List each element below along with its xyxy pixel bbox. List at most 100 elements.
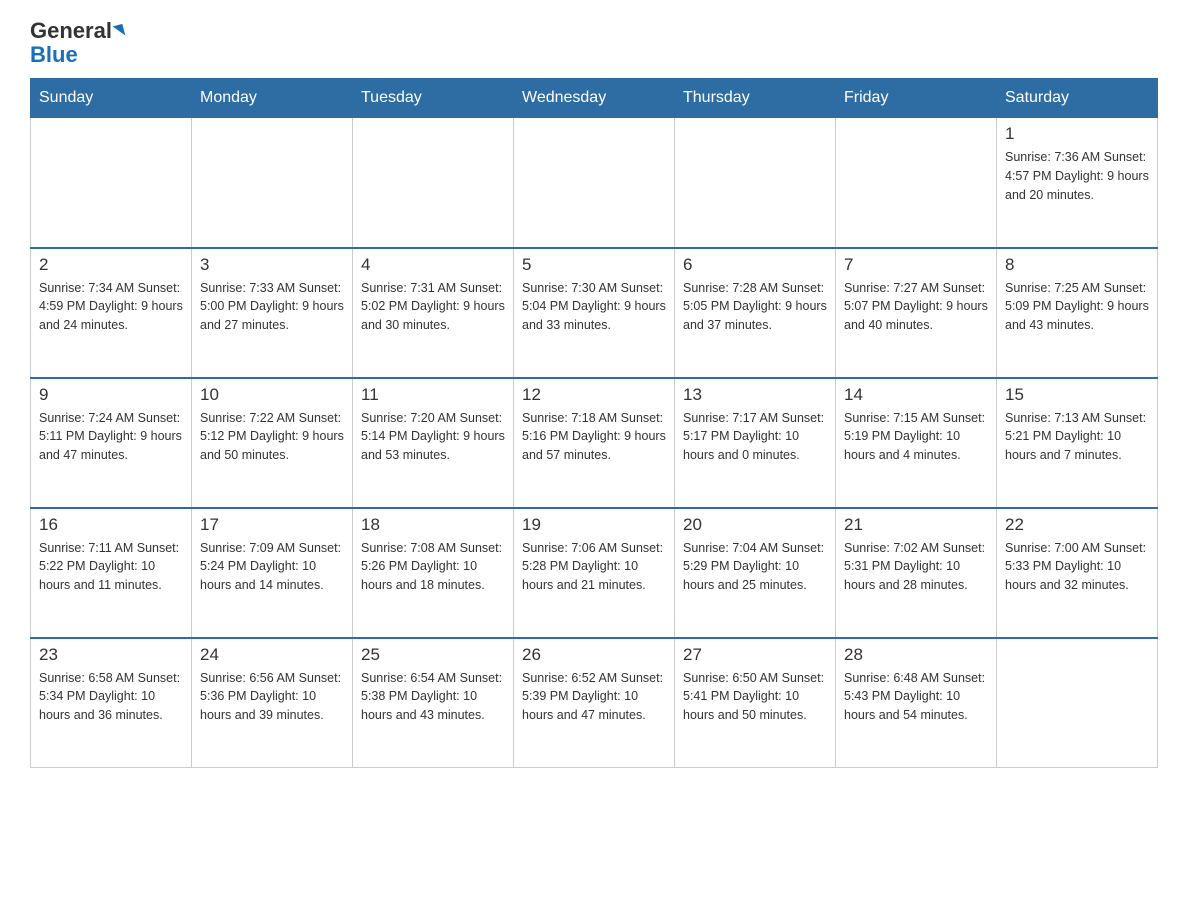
day-number: 10: [200, 385, 344, 405]
day-info: Sunrise: 7:13 AM Sunset: 5:21 PM Dayligh…: [1005, 409, 1149, 465]
day-info: Sunrise: 7:33 AM Sunset: 5:00 PM Dayligh…: [200, 279, 344, 335]
day-info: Sunrise: 7:30 AM Sunset: 5:04 PM Dayligh…: [522, 279, 666, 335]
calendar-cell: 14Sunrise: 7:15 AM Sunset: 5:19 PM Dayli…: [836, 378, 997, 508]
day-number: 3: [200, 255, 344, 275]
day-info: Sunrise: 7:17 AM Sunset: 5:17 PM Dayligh…: [683, 409, 827, 465]
calendar-table: SundayMondayTuesdayWednesdayThursdayFrid…: [30, 78, 1158, 768]
calendar-cell: [836, 118, 997, 248]
day-number: 20: [683, 515, 827, 535]
calendar-week-5: 23 Sunrise: 6:58 AM Sunset: 5:34 PM Dayli…: [31, 638, 1158, 768]
day-info: Sunrise: 7:36 AM Sunset: 4:57 PM Dayligh…: [1005, 148, 1149, 204]
day-info: Sunrise: 7:24 AM Sunset: 5:11 PM Dayligh…: [39, 409, 183, 465]
day-info: Sunrise: 7:02 AM Sunset: 5:31 PM Dayligh…: [844, 539, 988, 595]
day-number: 5: [522, 255, 666, 275]
logo-blue: Blue: [30, 42, 78, 67]
day-number: 25: [361, 645, 505, 665]
day-info: Sunrise: 7:09 AM Sunset: 5:24 PM Dayligh…: [200, 539, 344, 595]
day-number: 1: [1005, 124, 1149, 144]
day-number: 4: [361, 255, 505, 275]
calendar-cell: 22 Sunrise: 7:00 AM Sunset: 5:33 PM Dayli…: [997, 508, 1158, 638]
calendar-cell: 20 Sunrise: 7:04 AM Sunset: 5:29 PM Dayli…: [675, 508, 836, 638]
calendar-cell: [31, 118, 192, 248]
calendar-cell: 7 Sunrise: 7:27 AM Sunset: 5:07 PM Daylig…: [836, 248, 997, 378]
day-info: Sunrise: 7:34 AM Sunset: 4:59 PM Dayligh…: [39, 279, 183, 335]
calendar-cell: 21 Sunrise: 7:02 AM Sunset: 5:31 PM Dayli…: [836, 508, 997, 638]
calendar-cell: 4Sunrise: 7:31 AM Sunset: 5:02 PM Daylig…: [353, 248, 514, 378]
day-number: 22: [1005, 515, 1149, 535]
day-info: Sunrise: 7:00 AM Sunset: 5:33 PM Dayligh…: [1005, 539, 1149, 595]
day-number: 17: [200, 515, 344, 535]
day-number: 9: [39, 385, 183, 405]
calendar-week-3: 9 Sunrise: 7:24 AM Sunset: 5:11 PM Daylig…: [31, 378, 1158, 508]
logo-general: General: [30, 20, 112, 42]
day-info: Sunrise: 7:25 AM Sunset: 5:09 PM Dayligh…: [1005, 279, 1149, 335]
calendar-cell: 16 Sunrise: 7:11 AM Sunset: 5:22 PM Dayli…: [31, 508, 192, 638]
calendar-cell: 10 Sunrise: 7:22 AM Sunset: 5:12 PM Dayli…: [192, 378, 353, 508]
day-number: 13: [683, 385, 827, 405]
day-number: 11: [361, 385, 505, 405]
calendar-cell: [997, 638, 1158, 768]
page-header: General Blue: [30, 20, 1158, 68]
calendar-cell: 27 Sunrise: 6:50 AM Sunset: 5:41 PM Dayli…: [675, 638, 836, 768]
day-info: Sunrise: 7:11 AM Sunset: 5:22 PM Dayligh…: [39, 539, 183, 595]
logo-arrow-icon: [113, 24, 126, 38]
day-number: 8: [1005, 255, 1149, 275]
calendar-cell: 9 Sunrise: 7:24 AM Sunset: 5:11 PM Daylig…: [31, 378, 192, 508]
day-number: 27: [683, 645, 827, 665]
calendar-cell: 17 Sunrise: 7:09 AM Sunset: 5:24 PM Dayli…: [192, 508, 353, 638]
day-info: Sunrise: 7:08 AM Sunset: 5:26 PM Dayligh…: [361, 539, 505, 595]
day-number: 28: [844, 645, 988, 665]
calendar-cell: [675, 118, 836, 248]
header-saturday: Saturday: [997, 79, 1158, 118]
day-info: Sunrise: 6:50 AM Sunset: 5:41 PM Dayligh…: [683, 669, 827, 725]
logo: General Blue: [30, 20, 124, 68]
calendar-cell: 13 Sunrise: 7:17 AM Sunset: 5:17 PM Dayli…: [675, 378, 836, 508]
calendar-cell: 1 Sunrise: 7:36 AM Sunset: 4:57 PM Daylig…: [997, 118, 1158, 248]
calendar-week-1: 1 Sunrise: 7:36 AM Sunset: 4:57 PM Daylig…: [31, 118, 1158, 248]
calendar-cell: [353, 118, 514, 248]
calendar-cell: 6Sunrise: 7:28 AM Sunset: 5:05 PM Daylig…: [675, 248, 836, 378]
calendar-cell: 3 Sunrise: 7:33 AM Sunset: 5:00 PM Daylig…: [192, 248, 353, 378]
calendar-cell: 25 Sunrise: 6:54 AM Sunset: 5:38 PM Dayli…: [353, 638, 514, 768]
day-number: 7: [844, 255, 988, 275]
calendar-cell: 18 Sunrise: 7:08 AM Sunset: 5:26 PM Dayli…: [353, 508, 514, 638]
calendar-cell: 23 Sunrise: 6:58 AM Sunset: 5:34 PM Dayli…: [31, 638, 192, 768]
header-friday: Friday: [836, 79, 997, 118]
calendar-cell: 19 Sunrise: 7:06 AM Sunset: 5:28 PM Dayli…: [514, 508, 675, 638]
calendar-cell: [514, 118, 675, 248]
day-info: Sunrise: 7:06 AM Sunset: 5:28 PM Dayligh…: [522, 539, 666, 595]
day-number: 26: [522, 645, 666, 665]
day-info: Sunrise: 7:22 AM Sunset: 5:12 PM Dayligh…: [200, 409, 344, 465]
day-number: 21: [844, 515, 988, 535]
header-tuesday: Tuesday: [353, 79, 514, 118]
calendar-header-row: SundayMondayTuesdayWednesdayThursdayFrid…: [31, 79, 1158, 118]
calendar-cell: 5 Sunrise: 7:30 AM Sunset: 5:04 PM Daylig…: [514, 248, 675, 378]
day-number: 23: [39, 645, 183, 665]
day-info: Sunrise: 6:54 AM Sunset: 5:38 PM Dayligh…: [361, 669, 505, 725]
day-number: 24: [200, 645, 344, 665]
day-info: Sunrise: 6:56 AM Sunset: 5:36 PM Dayligh…: [200, 669, 344, 725]
day-info: Sunrise: 6:52 AM Sunset: 5:39 PM Dayligh…: [522, 669, 666, 725]
day-info: Sunrise: 7:27 AM Sunset: 5:07 PM Dayligh…: [844, 279, 988, 335]
day-number: 16: [39, 515, 183, 535]
day-info: Sunrise: 7:28 AM Sunset: 5:05 PM Dayligh…: [683, 279, 827, 335]
day-info: Sunrise: 7:20 AM Sunset: 5:14 PM Dayligh…: [361, 409, 505, 465]
calendar-week-4: 16 Sunrise: 7:11 AM Sunset: 5:22 PM Dayli…: [31, 508, 1158, 638]
day-number: 12: [522, 385, 666, 405]
day-info: Sunrise: 7:18 AM Sunset: 5:16 PM Dayligh…: [522, 409, 666, 465]
day-number: 15: [1005, 385, 1149, 405]
calendar-cell: 8 Sunrise: 7:25 AM Sunset: 5:09 PM Daylig…: [997, 248, 1158, 378]
calendar-cell: 28Sunrise: 6:48 AM Sunset: 5:43 PM Dayli…: [836, 638, 997, 768]
header-monday: Monday: [192, 79, 353, 118]
calendar-cell: 12 Sunrise: 7:18 AM Sunset: 5:16 PM Dayli…: [514, 378, 675, 508]
day-info: Sunrise: 6:58 AM Sunset: 5:34 PM Dayligh…: [39, 669, 183, 725]
calendar-cell: 26 Sunrise: 6:52 AM Sunset: 5:39 PM Dayli…: [514, 638, 675, 768]
day-number: 2: [39, 255, 183, 275]
day-number: 19: [522, 515, 666, 535]
calendar-week-2: 2 Sunrise: 7:34 AM Sunset: 4:59 PM Daylig…: [31, 248, 1158, 378]
header-thursday: Thursday: [675, 79, 836, 118]
header-wednesday: Wednesday: [514, 79, 675, 118]
day-info: Sunrise: 7:04 AM Sunset: 5:29 PM Dayligh…: [683, 539, 827, 595]
day-number: 14: [844, 385, 988, 405]
day-number: 18: [361, 515, 505, 535]
